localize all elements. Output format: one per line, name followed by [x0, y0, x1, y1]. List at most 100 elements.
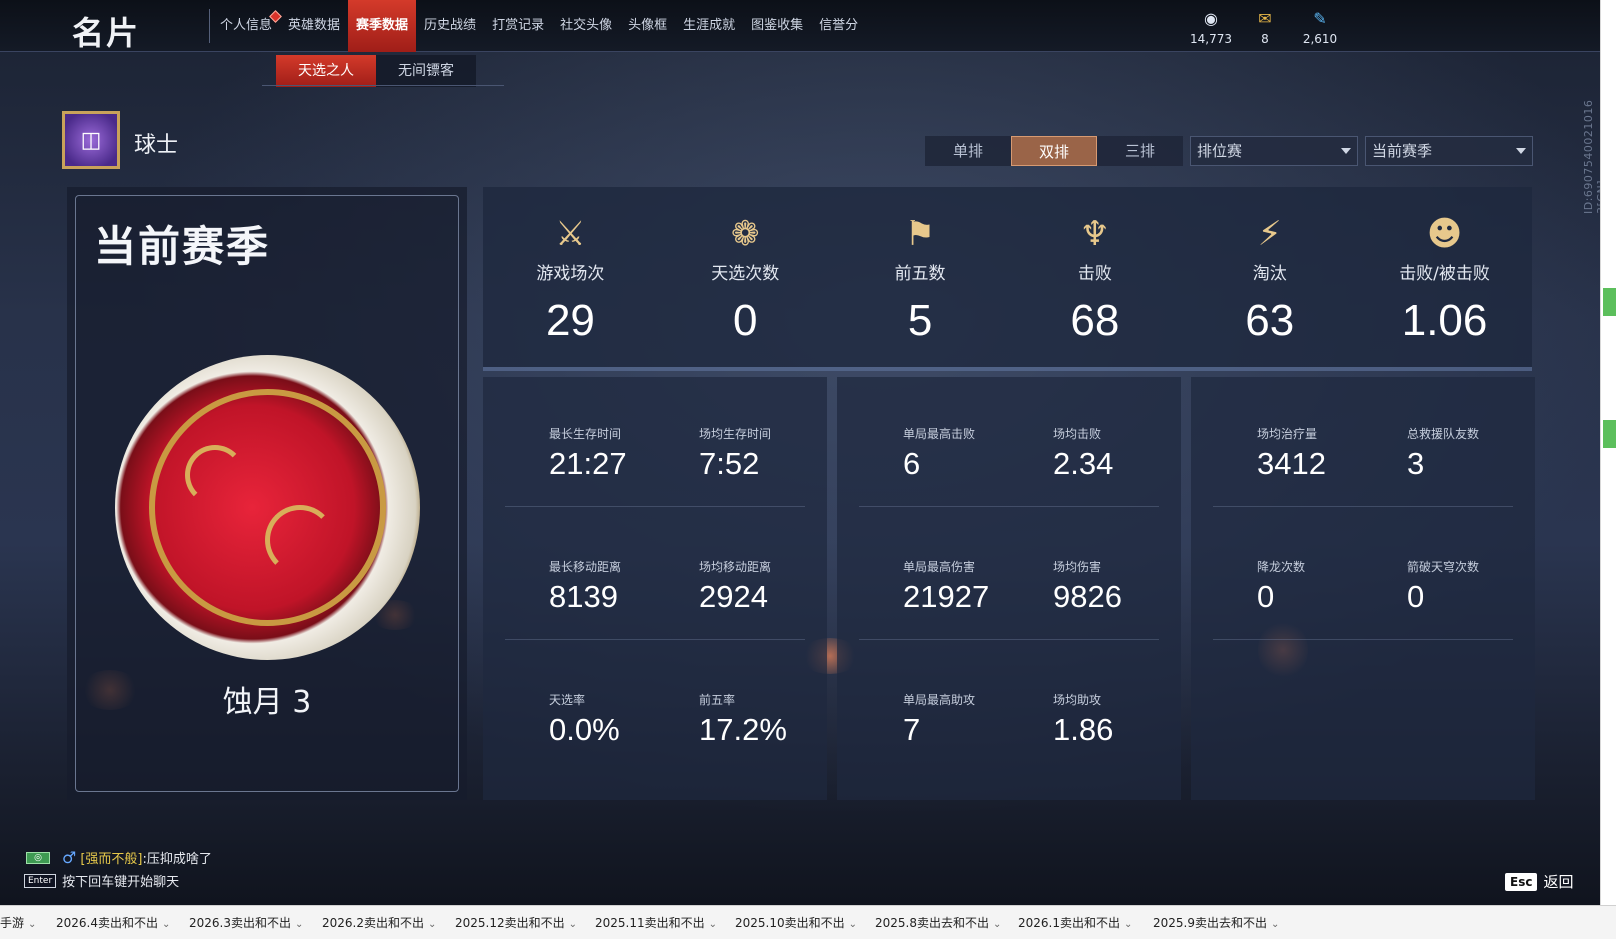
stat-value: 9826 — [1053, 579, 1122, 614]
sheet-tab[interactable]: 2025.9卖出去和不出 ⌄ — [1153, 906, 1279, 939]
nav-tab[interactable]: 生涯成就 — [675, 0, 743, 52]
crossed-swords-icon: ⚔ — [555, 214, 586, 254]
divider — [1213, 639, 1513, 640]
nav-tab-label: 头像框 — [628, 18, 668, 33]
nav-tab[interactable]: 英雄数据 — [280, 0, 348, 52]
stat-cell: 单局最高助攻 7 — [903, 691, 975, 748]
avatar[interactable]: ◫ — [62, 111, 120, 169]
broken-blade-icon: ⚡ — [1257, 214, 1282, 254]
back-button[interactable]: Esc 返回 — [1505, 871, 1573, 892]
sheet-tab-label: 2025.12卖出和不出 — [455, 916, 565, 930]
sheet-tab-label: 2026.3卖出和不出 — [189, 916, 291, 930]
divider — [483, 367, 1532, 371]
stat-row: 单局最高伤害 21927 场均伤害 9826 — [837, 510, 1181, 640]
match-type-dropdown[interactable]: 排位赛 — [1190, 136, 1358, 166]
player-id: ID:6907540021016​3[CN] — [1582, 99, 1600, 214]
stat-cell: 总救援队友数 3 — [1407, 425, 1479, 482]
cell-highlight — [1603, 420, 1616, 448]
stat-value: 1.06 — [1401, 296, 1488, 345]
chat-input-hint[interactable]: Enter 按下回车键开始聊天 — [24, 871, 179, 890]
nav-tab[interactable]: 打赏记录 — [484, 0, 552, 52]
stat-label: 场均击败 — [1053, 427, 1102, 441]
summary-stat: ♆ 击败 68 — [1007, 187, 1182, 367]
summary-stat: ❁ 天选次数 0 — [658, 187, 833, 367]
survival-stats-panel: 最长生存时间 21:27 场均生存时间 7:52 最长移动距离 8139 场均移动距离 292… — [483, 377, 827, 800]
sheet-tab[interactable]: 2026.3卖出和不出 ⌄ — [189, 906, 303, 939]
stat-label: 总救援队友数 — [1407, 427, 1480, 441]
nav-tab[interactable]: 赛季数据 — [348, 0, 417, 52]
season-rank-card: 当前赛季 蚀月 3 — [67, 187, 467, 800]
top-navigation-bar: 名片 个人信息 英雄数据 赛季数据 历史战绩 打赏记录 社交头像 头像框 生涯成就 图鉴收集 信誉… — [0, 0, 1600, 52]
emblem-ring — [149, 389, 386, 626]
rank-emblem-icon — [115, 355, 420, 660]
season-dropdown[interactable]: 当前赛季 — [1365, 136, 1533, 166]
sheet-tab[interactable]: 2025.8卖出去和不出 ⌄ — [875, 906, 1001, 939]
sheet-tab[interactable]: 2026.4卖出和不出 ⌄ — [56, 906, 170, 939]
stat-label: 场均治疗量 — [1257, 427, 1318, 441]
nav-tab-label: 历史战绩 — [424, 18, 477, 33]
currency-tickets: ✉ 8 — [1235, 8, 1295, 46]
divider — [505, 639, 805, 640]
stat-label: 场均移动距离 — [699, 560, 772, 574]
esc-key-icon: Esc — [1505, 872, 1538, 891]
stat-cell: 单局最高击败 6 — [903, 425, 975, 482]
stat-value: 0.0% — [549, 712, 620, 747]
nav-tab-label: 社交头像 — [560, 18, 613, 33]
enter-key-icon: Enter — [24, 873, 57, 888]
chevron-down-icon: ⌄ — [568, 919, 578, 930]
stat-cell: 前五率 17.2% — [699, 691, 787, 748]
stat-value: 6 — [903, 446, 921, 481]
sheet-tab[interactable]: 2026.1卖出和不出 ⌄ — [1018, 906, 1132, 939]
chevron-down-icon — [1516, 148, 1526, 154]
chevron-down-icon: ⌄ — [708, 919, 718, 930]
sheet-tab[interactable]: 2025.12卖出和不出 ⌄ — [455, 906, 577, 939]
chat-text: :压抑成啥了 — [142, 852, 212, 867]
chevron-down-icon: ⌄ — [428, 919, 437, 930]
mode-duo-tab[interactable]: 双排 — [1011, 136, 1097, 166]
stat-cell: 场均伤害 9826 — [1053, 558, 1122, 615]
chevron-down-icon: ⌄ — [295, 919, 304, 930]
nav-tab[interactable]: 信誉分 — [811, 0, 866, 52]
nav-tab[interactable]: 图鉴收集 — [743, 0, 811, 52]
support-stats-panel: 场均治疗量 3412 总救援队友数 3 降龙次数 0 箭破天穹次数 0 — [1191, 377, 1535, 800]
stat-label: 单局最高伤害 — [903, 560, 976, 574]
stat-row: 最长生存时间 21:27 场均生存时间 7:52 — [483, 377, 827, 507]
nav-tab[interactable]: 社交头像 — [552, 0, 620, 52]
feather-icon: ✎ — [1313, 9, 1327, 28]
stat-cell: 场均生存时间 7:52 — [699, 425, 771, 482]
stat-value: 2.34 — [1053, 446, 1114, 481]
nav-tab[interactable]: 头像框 — [620, 0, 675, 52]
coin-icon: ◉ — [1204, 9, 1218, 28]
mode-trio-tab[interactable]: 三排 — [1097, 136, 1183, 166]
trident-icon: ♆ — [1079, 214, 1111, 254]
stat-cell: 场均移动距离 2924 — [699, 558, 771, 615]
stat-label: 击败/被击败 — [1399, 264, 1490, 284]
stat-label: 场均伤害 — [1053, 560, 1102, 574]
season-title: 当前赛季 — [94, 222, 271, 271]
nav-tab-label: 生涯成就 — [683, 18, 736, 33]
subtab-bounty-hunter[interactable]: 无间镖客 — [376, 55, 476, 87]
sheet-tab[interactable]: 手游 ⌄ — [0, 906, 36, 939]
summary-stats: ⚔ 游戏场次 29 ❁ 天选次数 0 ⚑ 前五数 5 ♆ 击败 68 ⚡ 淘汰 63 ☻ 击败/被击败 1.06 — [483, 187, 1532, 367]
nav-tab[interactable]: 个人信息 — [212, 0, 282, 52]
nav-tab[interactable]: 历史战绩 — [416, 0, 484, 52]
stat-value: 21927 — [903, 579, 990, 614]
stat-label: 击败 — [1077, 264, 1112, 284]
currency-value: 14,773 — [1190, 32, 1232, 46]
stat-value: 7:52 — [699, 446, 760, 481]
sheet-tab[interactable]: 2025.10卖出和不出 ⌄ — [735, 906, 857, 939]
summary-stat: ☻ 击败/被击败 1.06 — [1357, 187, 1532, 367]
sub-tabs: 天选之人 无间镖客 — [276, 55, 476, 87]
sheet-tab[interactable]: 2025.11卖出和不出 ⌄ — [595, 906, 717, 939]
combat-stats-panel: 单局最高击败 6 场均击败 2.34 单局最高伤害 21927 场均伤害 9826 单局最高助攻… — [837, 377, 1181, 800]
mode-tabs: 单排 双排 三排 — [925, 136, 1183, 166]
mode-solo-tab[interactable]: 单排 — [925, 136, 1011, 166]
stat-label: 场均生存时间 — [699, 427, 772, 441]
subtab-chosen-one[interactable]: 天选之人 — [276, 55, 376, 87]
nav-tab-label: 赛季数据 — [356, 18, 409, 33]
divider — [859, 506, 1159, 507]
rank-name: 蚀月 3 — [222, 685, 312, 720]
stat-cell: 场均治疗量 3412 — [1257, 425, 1326, 482]
sheet-tab[interactable]: 2026.2卖出和不出 ⌄ — [322, 906, 436, 939]
stat-cell: 降龙次数 0 — [1257, 558, 1305, 615]
